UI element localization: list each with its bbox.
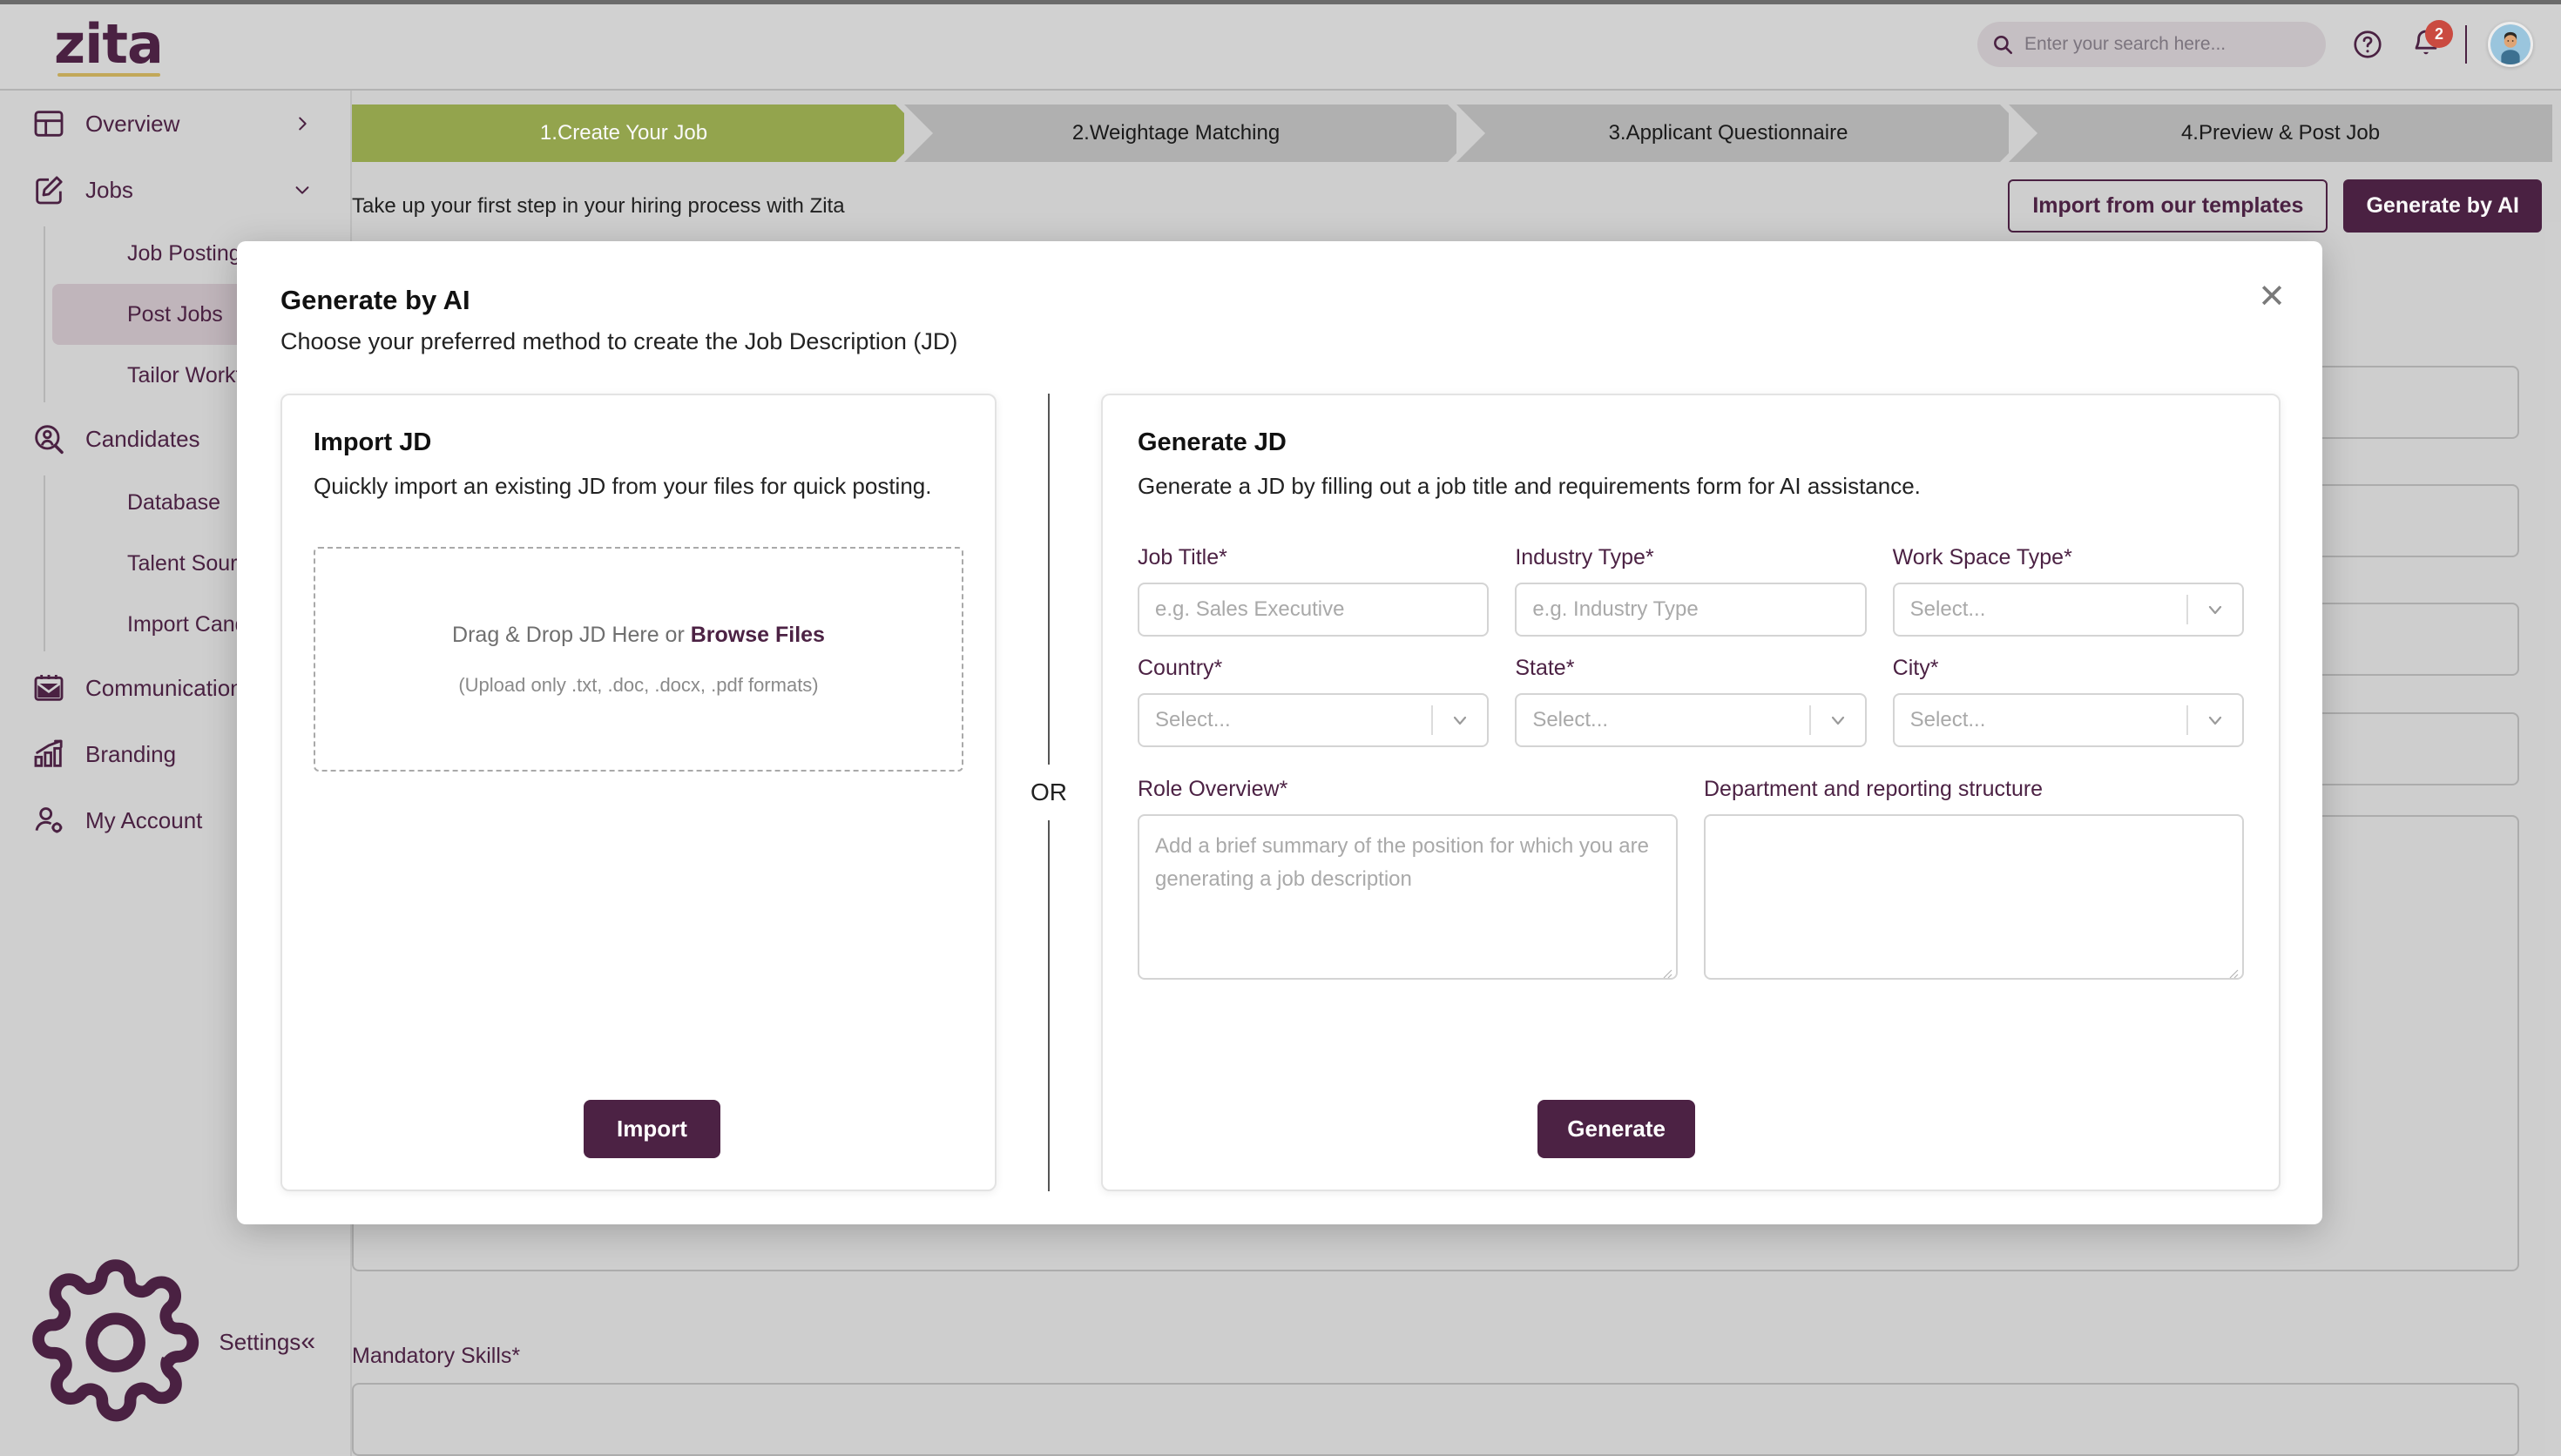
chevron-down-icon: [2188, 599, 2242, 620]
label-text: Role Overview: [1138, 777, 1280, 801]
label-text: State: [1515, 656, 1566, 680]
field-state: State* Select...: [1515, 656, 1867, 747]
jd-dropzone[interactable]: Drag & Drop JD Here or Browse Files (Upl…: [314, 547, 963, 772]
import-jd-description: Quickly import an existing JD from your …: [314, 473, 932, 499]
city-select[interactable]: Select...: [1892, 693, 2244, 747]
field-label: Work Space Type*: [1893, 545, 2244, 570]
label-text: Work Space Type: [1892, 545, 2064, 570]
required-marker: *: [1565, 656, 1575, 680]
field-label: Industry Type*: [1515, 545, 1866, 570]
state-select[interactable]: Select...: [1515, 693, 1867, 747]
select-value: Select...: [1532, 708, 1609, 731]
dropzone-text: Drag & Drop JD Here or: [452, 622, 691, 647]
label-text: Job Title: [1138, 545, 1220, 570]
field-city: City* Select...: [1892, 656, 2244, 747]
generate-by-ai-modal: ✕ Generate by AI Choose your preferred m…: [237, 241, 2322, 1224]
industry-type-input[interactable]: [1515, 583, 1867, 637]
label-text: Industry Type: [1515, 545, 1645, 570]
select-value: Select...: [1909, 597, 1986, 621]
department-reporting-textarea[interactable]: [1704, 814, 2244, 980]
generate-jd-textareas: Role Overview* Department and reporting …: [1138, 777, 2244, 984]
role-overview-wrap: [1138, 814, 1678, 984]
select-value: Select...: [1909, 708, 1986, 731]
import-button[interactable]: Import: [584, 1100, 720, 1158]
required-marker: *: [1279, 777, 1288, 801]
field-role-overview: Role Overview*: [1138, 777, 1678, 984]
or-line-bottom: [1048, 820, 1050, 1191]
field-job-title: Job Title*: [1138, 545, 1490, 637]
field-industry-type: Industry Type*: [1515, 545, 1867, 637]
required-marker: *: [2064, 545, 2072, 570]
required-marker: *: [1213, 656, 1223, 680]
chevron-down-icon: [2188, 710, 2242, 731]
browse-files-link[interactable]: Browse Files: [691, 623, 825, 647]
or-label: OR: [1030, 779, 1067, 806]
field-department-reporting: Department and reporting structure: [1704, 777, 2244, 984]
close-icon[interactable]: ✕: [2258, 280, 2286, 313]
work-space-type-select[interactable]: Select...: [1892, 583, 2244, 637]
app-root: zita 2: [0, 0, 2561, 1456]
select-value: Select...: [1155, 708, 1231, 731]
field-label: City*: [1893, 656, 2244, 681]
department-reporting-wrap: [1704, 814, 2244, 984]
country-select[interactable]: Select...: [1138, 693, 1490, 747]
or-divider: OR: [997, 394, 1101, 1191]
chevron-down-icon: [1811, 710, 1865, 731]
modal-header: Generate by AI Choose your preferred met…: [280, 285, 957, 355]
dropzone-hint: (Upload only .txt, .doc, .docx, .pdf for…: [458, 673, 819, 696]
field-label: Department and reporting structure: [1704, 777, 2244, 802]
or-line-top: [1048, 394, 1050, 765]
field-label: Country*: [1138, 656, 1489, 681]
modal-body: Import JD Quickly import an existing JD …: [280, 394, 2281, 1191]
modal-subtitle: Choose your preferred method to create t…: [280, 328, 958, 354]
field-label: State*: [1515, 656, 1866, 681]
field-country: Country* Select...: [1138, 656, 1490, 747]
field-label: Job Title*: [1138, 545, 1489, 570]
field-work-space-type: Work Space Type* Select...: [1892, 545, 2244, 637]
import-jd-card: Import JD Quickly import an existing JD …: [280, 394, 997, 1191]
generate-jd-form: Job Title* Industry Type* Work Space Typ…: [1138, 545, 2244, 747]
required-marker: *: [1219, 545, 1227, 570]
generate-jd-description: Generate a JD by filling out a job title…: [1138, 473, 1921, 499]
generate-jd-heading: Generate JD: [1138, 428, 1287, 456]
label-text: Department and reporting structure: [1704, 777, 2044, 801]
required-marker: *: [1929, 656, 1939, 680]
required-marker: *: [1645, 545, 1654, 570]
generate-button[interactable]: Generate: [1537, 1100, 1695, 1158]
chevron-down-icon: [1433, 710, 1487, 731]
role-overview-textarea[interactable]: [1138, 814, 1678, 980]
import-jd-heading: Import JD: [314, 428, 432, 456]
dropzone-main-text: Drag & Drop JD Here or Browse Files: [452, 623, 825, 648]
field-label: Role Overview*: [1138, 777, 1678, 802]
job-title-input[interactable]: [1138, 583, 1490, 637]
modal-title: Generate by AI: [280, 285, 470, 315]
label-text: Country: [1138, 656, 1214, 680]
label-text: City: [1892, 656, 1930, 680]
generate-jd-card: Generate JD Generate a JD by filling out…: [1101, 394, 2281, 1191]
